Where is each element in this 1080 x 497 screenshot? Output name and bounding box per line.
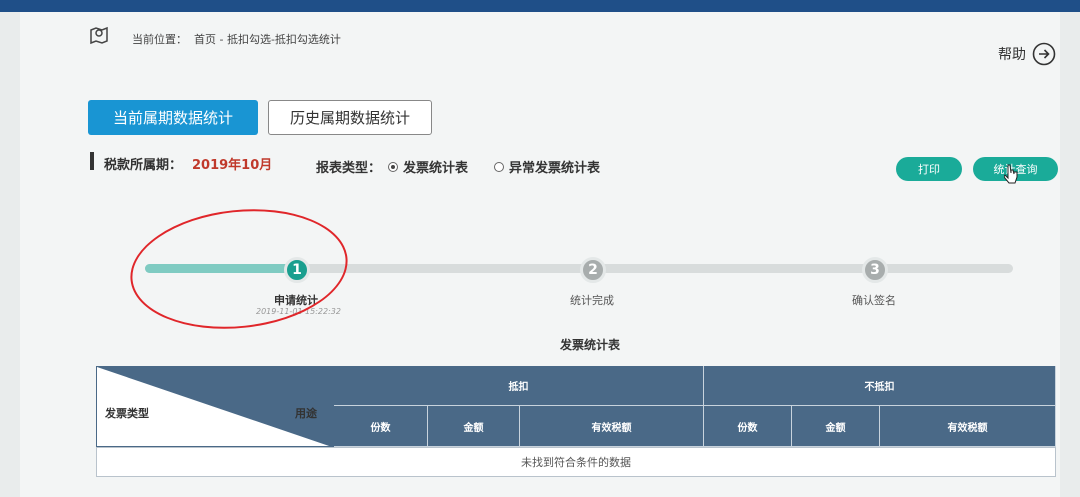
- table-corner-header: 发票类型 用途: [96, 366, 334, 447]
- step-3-marker: 3: [862, 257, 888, 283]
- invoice-stats-table: 发票类型 用途 抵扣 不抵扣 份数 金额 有效税额 份数 金额 有效税额 未找到…: [96, 366, 1056, 486]
- header-nondeduct-amount: 金额: [792, 406, 880, 447]
- radio-button-checked[interactable]: [388, 161, 398, 172]
- tax-period-value: 2019年10月: [192, 158, 273, 173]
- section-marker: [90, 152, 94, 170]
- tax-period-label: 税款所属期：: [104, 158, 183, 173]
- print-button[interactable]: 打印: [896, 157, 962, 181]
- help-label[interactable]: 帮助: [998, 44, 1026, 64]
- step-3-label: 确认签名: [852, 294, 896, 307]
- map-location-icon: [90, 26, 108, 45]
- top-nav-bar: [0, 0, 1080, 12]
- help-link[interactable]: 帮助: [998, 42, 1056, 66]
- step-2-label: 统计完成: [570, 294, 614, 307]
- radio-abnormal-invoice-stats[interactable]: 异常发票统计表: [494, 157, 600, 176]
- header-deduct-amount: 金额: [428, 406, 520, 447]
- header-non-deduct: 不抵扣: [704, 366, 1056, 406]
- arrow-circle-right-icon[interactable]: [1032, 42, 1056, 66]
- header-nondeduct-tax: 有效税额: [880, 406, 1056, 447]
- header-deduct-count: 份数: [334, 406, 428, 447]
- step-2-marker: 2: [580, 257, 606, 283]
- radio-label[interactable]: 异常发票统计表: [509, 157, 600, 176]
- corner-label-invoice-type: 发票类型: [105, 407, 149, 420]
- header-nondeduct-count: 份数: [704, 406, 792, 447]
- corner-label-usage: 用途: [295, 407, 317, 420]
- radio-invoice-stats[interactable]: 发票统计表: [388, 157, 468, 176]
- breadcrumb[interactable]: 首页 - 抵扣勾选-抵扣勾选统计: [194, 31, 341, 47]
- header-deduct: 抵扣: [334, 366, 704, 406]
- table-title: 发票统计表: [560, 338, 621, 352]
- radio-label[interactable]: 发票统计表: [403, 157, 468, 176]
- radio-button[interactable]: [494, 161, 504, 172]
- tab-current-period[interactable]: 当前属期数据统计: [88, 100, 258, 135]
- breadcrumb-prefix: 当前位置：: [132, 33, 187, 46]
- header-deduct-tax: 有效税额: [520, 406, 704, 447]
- mouse-pointer-icon: [1004, 164, 1018, 184]
- report-type-label: 报表类型：: [316, 161, 382, 176]
- tab-history-period[interactable]: 历史属期数据统计: [268, 100, 432, 135]
- empty-data-row: 未找到符合条件的数据: [96, 447, 1056, 477]
